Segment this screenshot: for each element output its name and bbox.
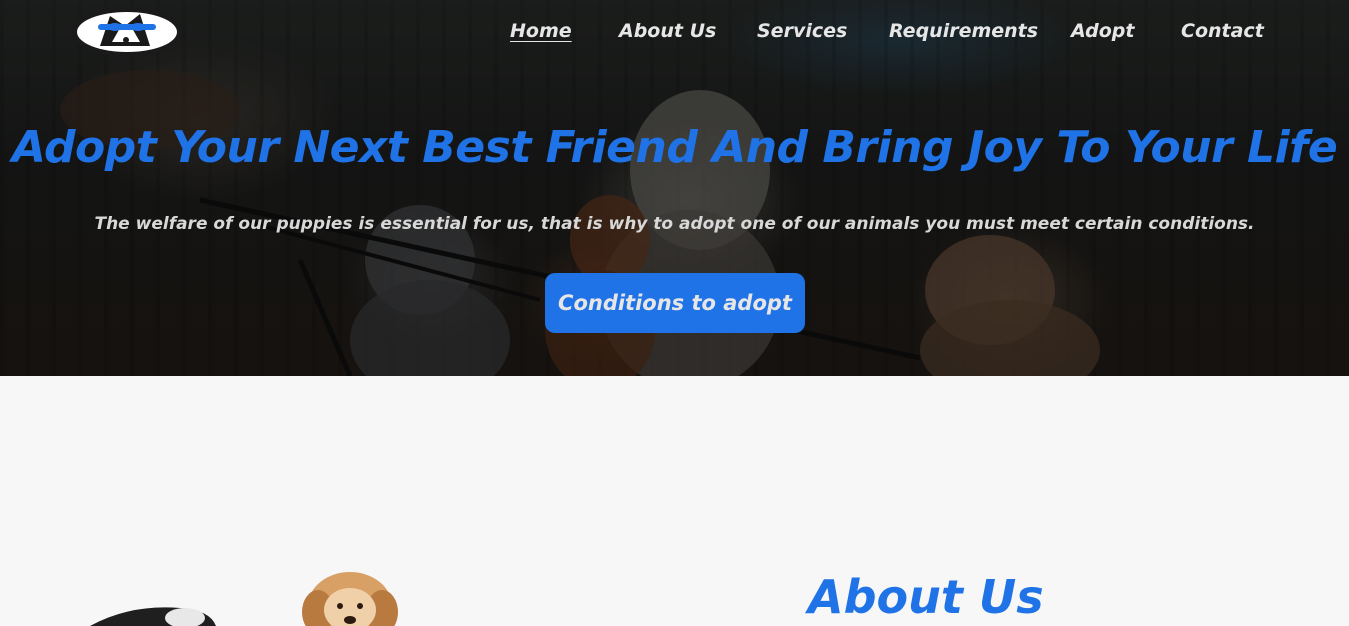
nav-item-home[interactable]: Home xyxy=(510,20,572,42)
hero-subtitle: The welfare of our puppies is essential … xyxy=(94,214,1255,234)
hero-title: Adopt Your Next Best Friend And Bring Jo… xyxy=(11,122,1338,173)
site-logo[interactable] xyxy=(70,6,184,58)
nav-item-services[interactable]: Services xyxy=(757,20,847,42)
nav-item-adopt[interactable]: Adopt xyxy=(1071,20,1134,42)
conditions-to-adopt-button[interactable]: Conditions to adopt xyxy=(545,273,805,333)
hero-banner: Home About Us Services Requirements Adop… xyxy=(0,0,1349,376)
nav-item-requirements[interactable]: Requirements xyxy=(889,20,1038,42)
nav-item-about-us[interactable]: About Us xyxy=(619,20,716,42)
about-dogs-photo xyxy=(90,572,398,626)
about-us-heading: About Us xyxy=(808,570,1044,624)
nav-item-contact[interactable]: Contact xyxy=(1181,20,1264,42)
